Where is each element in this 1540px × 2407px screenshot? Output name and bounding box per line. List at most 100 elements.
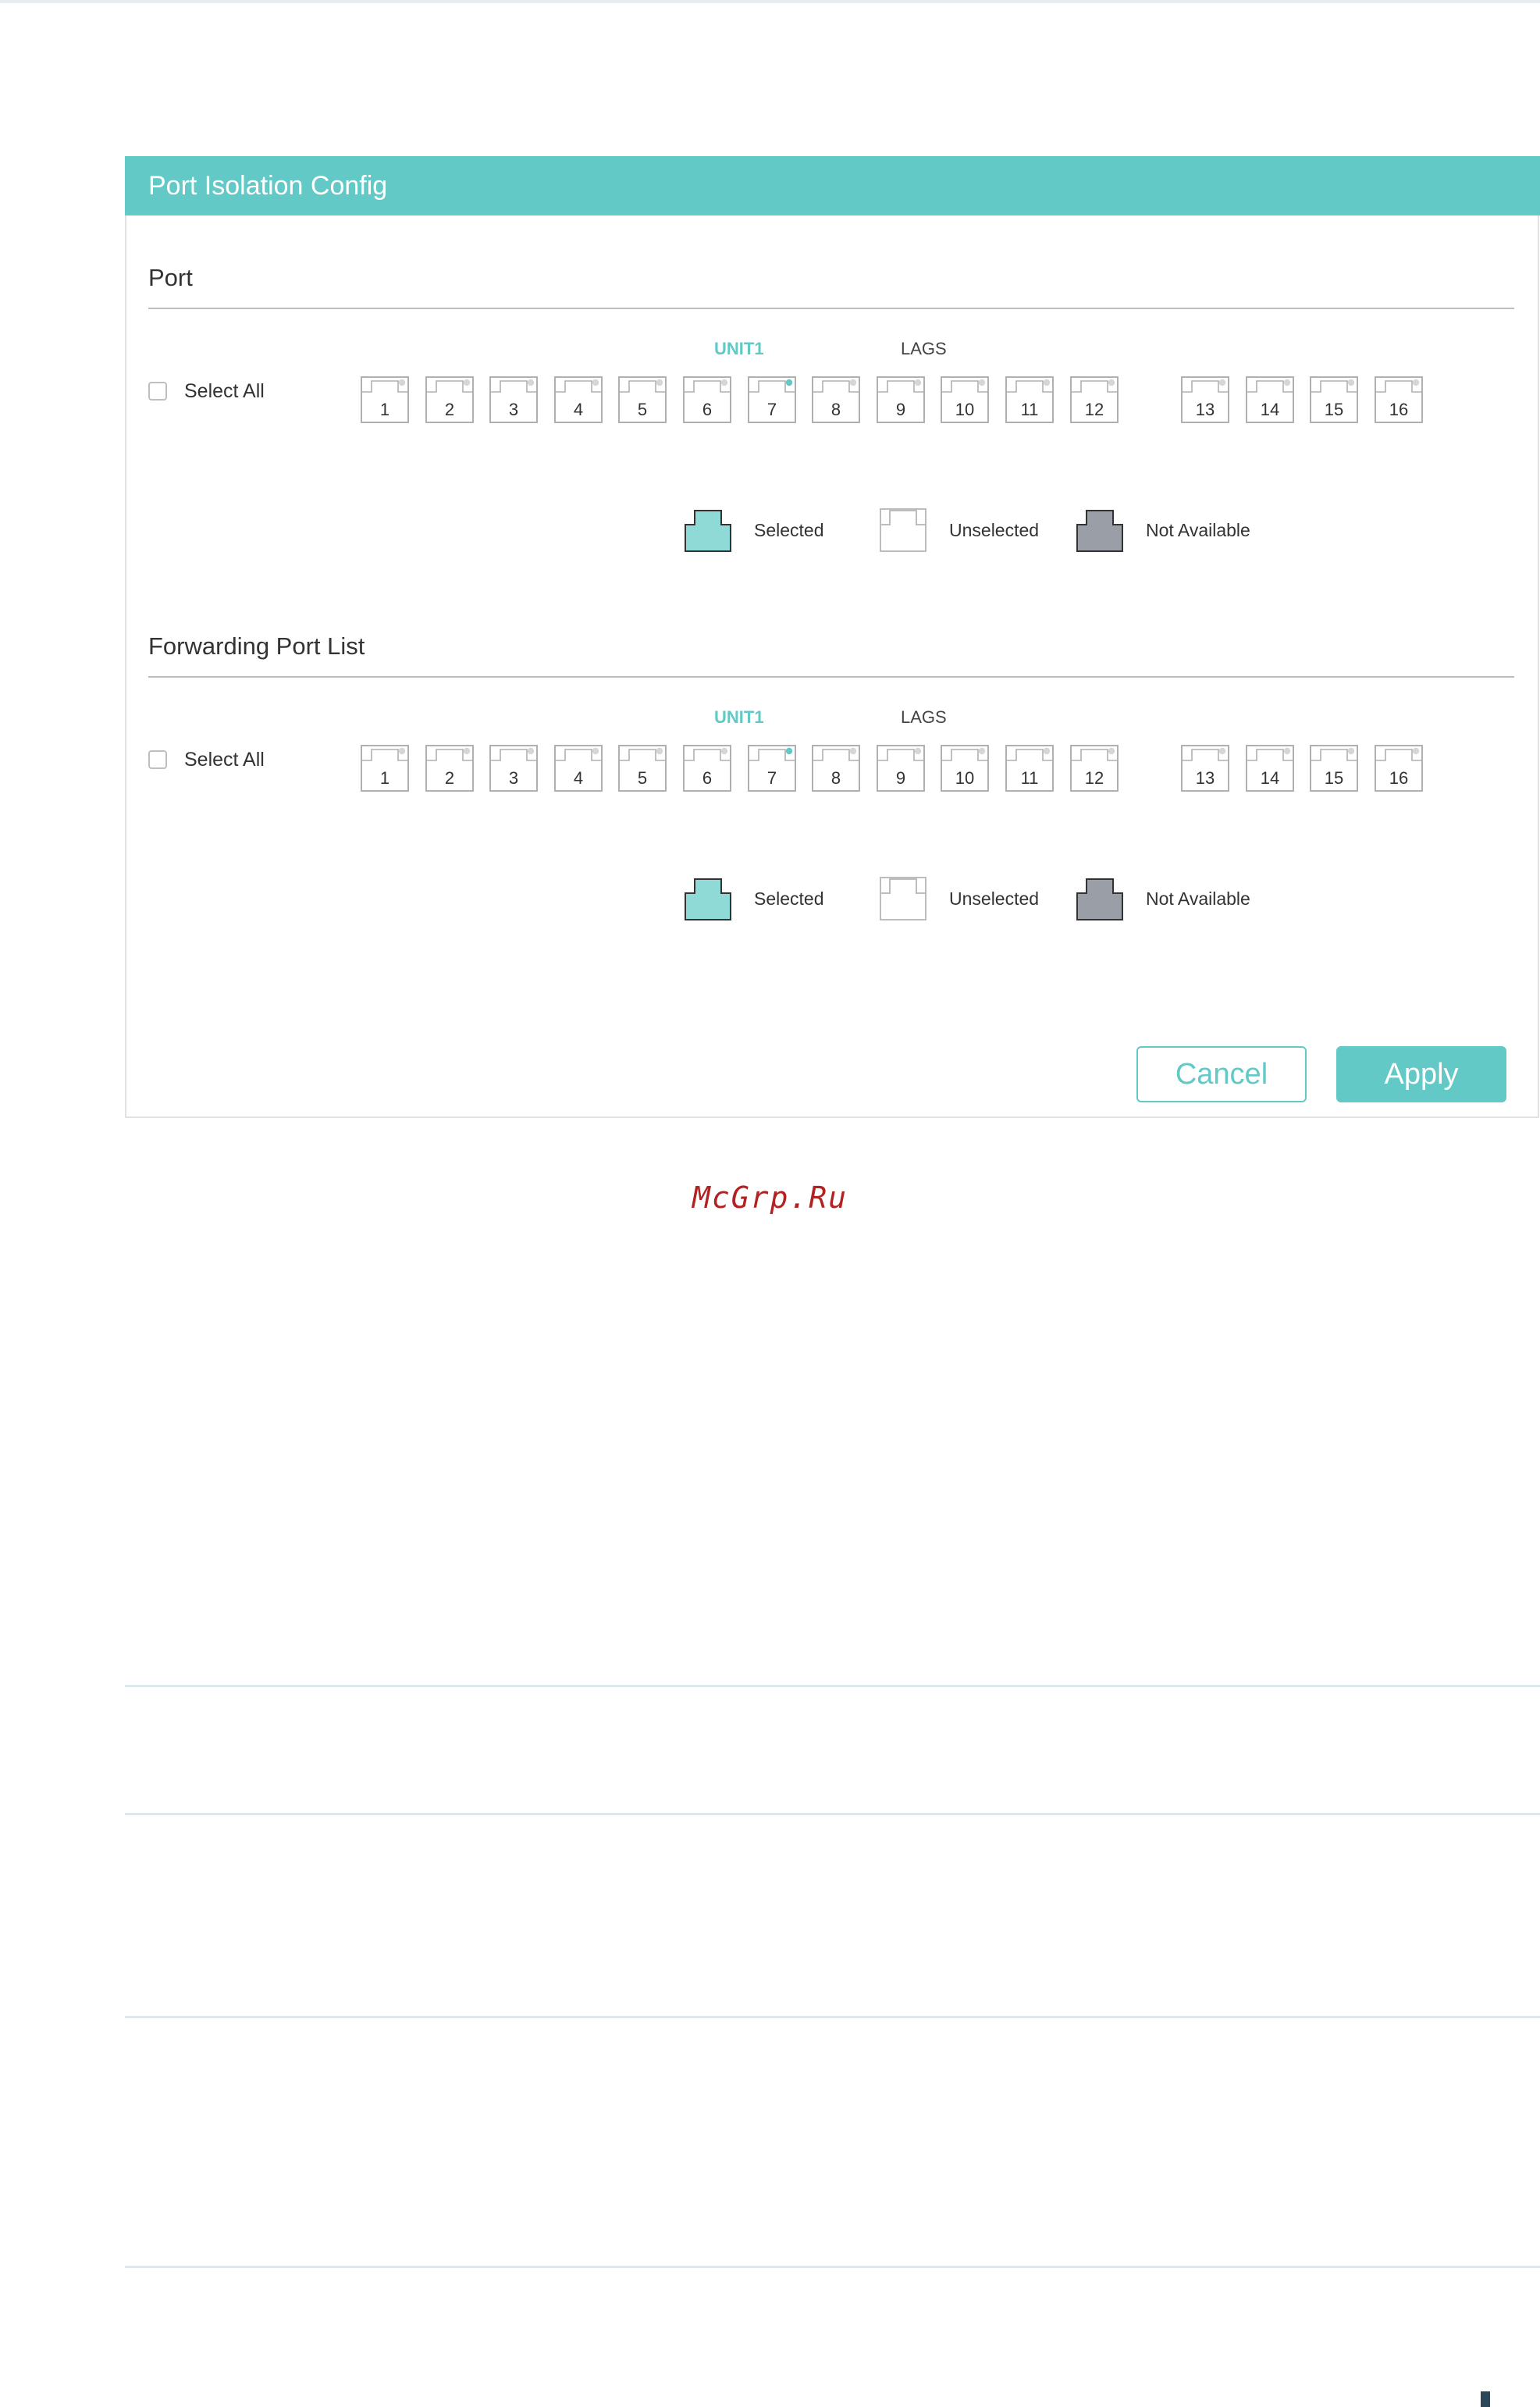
port-14[interactable]: 14	[1246, 745, 1294, 793]
port-13[interactable]: 13	[1181, 376, 1229, 425]
port-13[interactable]: 13	[1181, 745, 1229, 793]
port-number: 3	[508, 768, 519, 788]
port-number: 4	[573, 400, 584, 419]
not-available-port-icon	[1076, 510, 1123, 552]
select-all-checkbox[interactable]	[148, 382, 167, 401]
panel-title: Port Isolation Config	[125, 156, 1540, 215]
select-all-label: Select All	[184, 748, 265, 771]
port-number: 5	[637, 400, 648, 419]
table-divider	[125, 1813, 1540, 1815]
port-7[interactable]: 7	[748, 376, 796, 425]
port-10[interactable]: 10	[941, 376, 989, 425]
port-number: 6	[702, 400, 713, 419]
port-number: 2	[444, 768, 455, 788]
legend-label: Unselected	[949, 520, 1040, 540]
port-isolation-panel: Port Isolation Config Port UNIT1 LAGS Se…	[125, 156, 1540, 1118]
port-number: 14	[1260, 768, 1280, 788]
port-14[interactable]: 14	[1246, 376, 1294, 425]
port-number: 15	[1324, 768, 1344, 788]
select-all-checkbox[interactable]	[148, 750, 167, 769]
apply-button[interactable]: Apply	[1336, 1046, 1506, 1102]
port-number: 14	[1260, 400, 1280, 419]
port-number: 4	[573, 768, 584, 788]
port-5[interactable]: 5	[618, 745, 667, 793]
table-divider	[125, 2016, 1540, 2018]
section-title: Port	[148, 264, 193, 291]
port-11[interactable]: 11	[1005, 745, 1054, 793]
port-9[interactable]: 9	[877, 376, 925, 425]
forwarding-port-section: Forwarding Port List UNIT1 LAGS Select A…	[148, 632, 1514, 999]
port-number: 6	[702, 768, 713, 788]
port-6[interactable]: 6	[683, 376, 731, 425]
port-number: 13	[1195, 400, 1215, 419]
legend-label: Not Available	[1146, 888, 1250, 909]
port-15[interactable]: 15	[1310, 745, 1358, 793]
select-all-label: Select All	[184, 379, 265, 402]
port-6[interactable]: 6	[683, 745, 731, 793]
port-3[interactable]: 3	[489, 745, 538, 793]
port-number: 10	[955, 768, 975, 788]
port-number: 7	[766, 768, 777, 788]
table-divider	[125, 2266, 1540, 2268]
port-section: Port UNIT1 LAGS Select All 1 2 3 4 5 6 7 8 9 10 11…	[148, 264, 1514, 631]
section-divider	[148, 676, 1514, 678]
port-number: 7	[766, 400, 777, 419]
port-3[interactable]: 3	[489, 376, 538, 425]
table-divider	[125, 1685, 1540, 1687]
selected-port-icon	[685, 510, 731, 552]
port-1[interactable]: 1	[361, 745, 409, 793]
select-all-control[interactable]: Select All	[148, 379, 265, 403]
port-7[interactable]: 7	[748, 745, 796, 793]
port-9[interactable]: 9	[877, 745, 925, 793]
cancel-button[interactable]: Cancel	[1136, 1046, 1307, 1102]
port-number: 8	[830, 400, 841, 419]
port-number: 9	[895, 400, 906, 419]
legend-label: Unselected	[949, 888, 1040, 909]
port-15[interactable]: 15	[1310, 376, 1358, 425]
unselected-port-icon	[880, 877, 926, 920]
section-title: Forwarding Port List	[148, 632, 365, 660]
legend-label: Not Available	[1146, 520, 1250, 540]
port-number: 16	[1389, 768, 1409, 788]
port-10[interactable]: 10	[941, 745, 989, 793]
port-1[interactable]: 1	[361, 376, 409, 425]
port-number: 11	[1020, 768, 1039, 788]
port-4[interactable]: 4	[554, 376, 603, 425]
legend-label: Selected	[754, 520, 824, 540]
port-8[interactable]: 8	[812, 376, 860, 425]
port-number: 12	[1084, 768, 1104, 788]
port-number: 15	[1324, 400, 1344, 419]
legend: Selected Unselected Not Available	[148, 876, 1514, 926]
port-8[interactable]: 8	[812, 745, 860, 793]
port-16[interactable]: 16	[1375, 745, 1423, 793]
port-number: 1	[379, 768, 390, 788]
port-12[interactable]: 12	[1070, 745, 1119, 793]
port-number: 2	[444, 400, 455, 419]
legend-label: Selected	[754, 888, 824, 909]
port-4[interactable]: 4	[554, 745, 603, 793]
port-number: 9	[895, 768, 906, 788]
port-5[interactable]: 5	[618, 376, 667, 425]
not-available-port-icon	[1076, 878, 1123, 920]
port-row: 1 2 3 4 5 6 7 8 9 10 11 12 13 14 15 16	[361, 745, 1453, 795]
port-number: 1	[379, 400, 390, 419]
port-16[interactable]: 16	[1375, 376, 1423, 425]
port-2[interactable]: 2	[425, 745, 474, 793]
port-number: 16	[1389, 400, 1409, 419]
lags-label: LAGS	[901, 707, 947, 727]
page-corner-mark	[1481, 2391, 1490, 2407]
port-11[interactable]: 11	[1005, 376, 1054, 425]
unselected-port-icon	[880, 508, 926, 552]
port-number: 10	[955, 400, 975, 419]
section-divider	[148, 308, 1514, 309]
selected-port-icon	[685, 878, 731, 920]
port-12[interactable]: 12	[1070, 376, 1119, 425]
port-number: 12	[1084, 400, 1104, 419]
select-all-control[interactable]: Select All	[148, 748, 265, 771]
unit-label: UNIT1	[714, 707, 764, 727]
port-2[interactable]: 2	[425, 376, 474, 425]
top-divider	[0, 0, 1540, 3]
unit-label: UNIT1	[714, 339, 764, 358]
port-number: 11	[1020, 400, 1039, 419]
port-number: 8	[830, 768, 841, 788]
